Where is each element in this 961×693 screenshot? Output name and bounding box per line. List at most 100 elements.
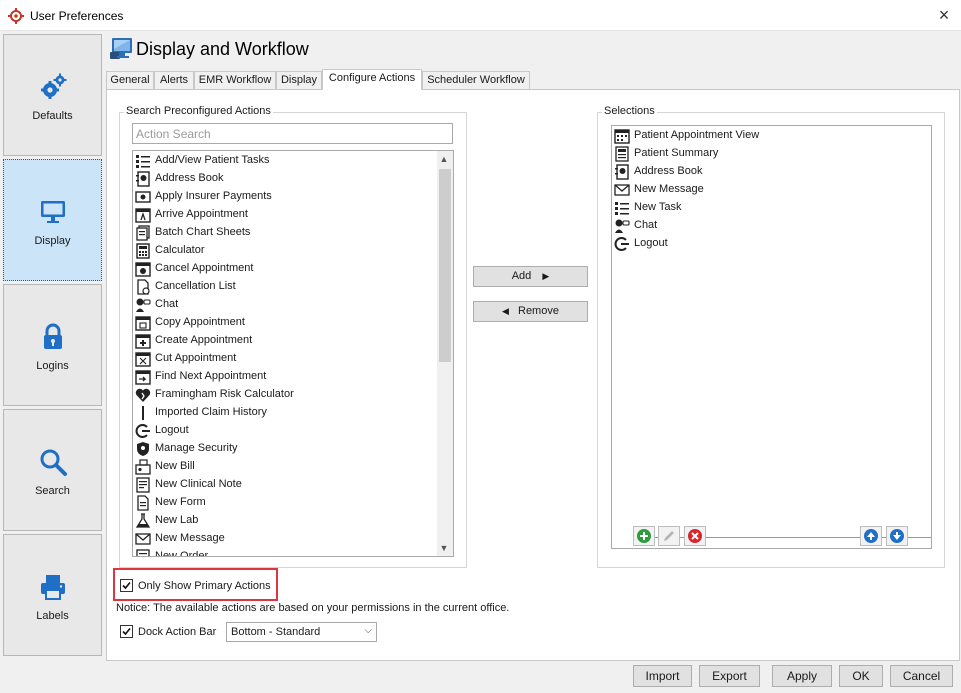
- payments-icon: [135, 189, 151, 205]
- available-action-item[interactable]: New Clinical Note: [135, 476, 435, 494]
- sidebar-item-labels[interactable]: Labels: [3, 534, 102, 656]
- available-action-item[interactable]: Create Appointment: [135, 332, 435, 350]
- available-action-item[interactable]: Manage Security: [135, 440, 435, 458]
- chat-icon: [614, 218, 630, 234]
- tab-general[interactable]: General: [106, 71, 154, 89]
- add-button[interactable]: Add ▶: [473, 266, 588, 287]
- close-icon[interactable]: ×: [932, 4, 956, 26]
- cancellation-list-icon: [135, 279, 151, 295]
- move-down-button[interactable]: [886, 526, 908, 546]
- selected-action-item[interactable]: Logout: [614, 235, 914, 253]
- available-action-item[interactable]: Logout: [135, 422, 435, 440]
- sidebar-item-logins[interactable]: Logins: [3, 284, 102, 406]
- sidebar-item-display[interactable]: Display: [3, 159, 102, 281]
- edit-selection-button[interactable]: [658, 526, 680, 546]
- create-appointment-icon: [135, 333, 151, 349]
- remove-button[interactable]: ◀ Remove: [473, 301, 588, 322]
- available-action-item[interactable]: Address Book: [135, 170, 435, 188]
- sidebar-item-label: Logins: [36, 360, 69, 372]
- list-item-label: New Message: [155, 532, 225, 544]
- list-item-label: Chat: [155, 298, 179, 310]
- move-up-button[interactable]: [860, 526, 882, 546]
- cancel-button[interactable]: Cancel: [890, 665, 953, 687]
- list-item-label: Arrive Appointment: [155, 208, 248, 220]
- address-book-icon: [135, 171, 151, 187]
- available-action-item[interactable]: Arrive Appointment: [135, 206, 435, 224]
- available-action-item[interactable]: New Bill: [135, 458, 435, 476]
- available-action-item[interactable]: Cancellation List: [135, 278, 435, 296]
- available-action-item[interactable]: Framingham Risk Calculator: [135, 386, 435, 404]
- apply-button[interactable]: Apply: [772, 665, 832, 687]
- available-action-item[interactable]: Apply Insurer Payments: [135, 188, 435, 206]
- available-actions-list[interactable]: Add/View Patient Tasks Address Book Apply …: [132, 150, 454, 557]
- delete-selection-button[interactable]: [684, 526, 706, 546]
- bill-icon: [135, 459, 151, 475]
- clinical-note-icon: [135, 477, 151, 493]
- plus-circle-icon: [637, 529, 651, 543]
- order-icon: [135, 549, 151, 556]
- add-selection-button[interactable]: [633, 526, 655, 546]
- selected-action-item[interactable]: Address Book: [614, 163, 914, 181]
- arrow-down-circle-icon: [890, 529, 904, 543]
- available-action-item[interactable]: Find Next Appointment: [135, 368, 435, 386]
- list-item-label: Address Book: [634, 165, 703, 177]
- cancel-appointment-icon: [135, 261, 151, 277]
- only-primary-label[interactable]: Only Show Primary Actions: [138, 580, 271, 592]
- selected-actions-list[interactable]: Patient Appointment View Patient Summary A…: [611, 125, 932, 549]
- selected-action-item[interactable]: New Task: [614, 199, 914, 217]
- monitor-icon: [41, 201, 65, 223]
- selected-action-item[interactable]: Chat: [614, 217, 914, 235]
- import-button[interactable]: Import: [633, 665, 692, 687]
- arrive-appointment-icon: [135, 207, 151, 223]
- available-action-item[interactable]: New Form: [135, 494, 435, 512]
- selected-action-item[interactable]: Patient Appointment View: [614, 127, 914, 145]
- sidebar-item-label: Labels: [36, 610, 69, 622]
- tab-scheduler-workflow[interactable]: Scheduler Workflow: [422, 71, 530, 89]
- dock-position-select[interactable]: Bottom - Standard ⌵: [226, 622, 377, 642]
- configure-actions-panel: Search Preconfigured Actions Add/View Pa…: [106, 89, 960, 661]
- available-action-item[interactable]: Cut Appointment: [135, 350, 435, 368]
- sidebar-item-search[interactable]: Search: [3, 409, 102, 531]
- list-item-label: Cancellation List: [155, 280, 236, 292]
- list-item-label: Apply Insurer Payments: [155, 190, 272, 202]
- tab-alerts[interactable]: Alerts: [154, 71, 194, 89]
- flask-icon: [135, 513, 151, 529]
- scroll-thumb[interactable]: [439, 169, 451, 362]
- available-action-item[interactable]: Chat: [135, 296, 435, 314]
- list-item-label: Add/View Patient Tasks: [155, 154, 270, 166]
- sidebar: Defaults Display Logins Search Labels: [3, 34, 102, 656]
- available-action-item[interactable]: Batch Chart Sheets: [135, 224, 435, 242]
- export-button[interactable]: Export: [699, 665, 760, 687]
- only-primary-checkbox[interactable]: [120, 579, 133, 592]
- available-actions-scrollbar[interactable]: ▲ ▼: [437, 151, 453, 556]
- dock-action-bar-checkbox[interactable]: [120, 625, 133, 638]
- list-item-label: Cut Appointment: [155, 352, 237, 364]
- app-logo-icon: [8, 8, 24, 24]
- list-item-label: Patient Appointment View: [634, 129, 760, 141]
- list-item-label: Calculator: [155, 244, 205, 256]
- available-action-item[interactable]: Imported Claim History: [135, 404, 435, 422]
- scroll-down-arrow-icon[interactable]: ▼: [437, 541, 451, 555]
- task-list-icon: [135, 153, 151, 169]
- selected-action-item[interactable]: Patient Summary: [614, 145, 914, 163]
- available-action-item[interactable]: Copy Appointment: [135, 314, 435, 332]
- tab-display[interactable]: Display: [276, 71, 322, 89]
- available-action-item[interactable]: New Order: [135, 548, 435, 556]
- available-action-item[interactable]: Cancel Appointment: [135, 260, 435, 278]
- available-action-item[interactable]: Calculator: [135, 242, 435, 260]
- available-action-item[interactable]: New Lab: [135, 512, 435, 530]
- tab-emr-workflow[interactable]: EMR Workflow: [194, 71, 276, 89]
- action-search-input[interactable]: [132, 123, 453, 144]
- available-action-item[interactable]: New Message: [135, 530, 435, 548]
- tab-configure-actions[interactable]: Configure Actions: [322, 69, 422, 90]
- envelope-icon: [135, 531, 151, 547]
- list-item-label: Create Appointment: [155, 334, 253, 346]
- ok-button[interactable]: OK: [839, 665, 883, 687]
- dock-action-bar-label[interactable]: Dock Action Bar: [138, 626, 216, 638]
- scroll-up-arrow-icon[interactable]: ▲: [437, 152, 451, 166]
- search-actions-group: Search Preconfigured Actions Add/View Pa…: [119, 105, 467, 568]
- sidebar-item-defaults[interactable]: Defaults: [3, 34, 102, 156]
- available-action-item[interactable]: Add/View Patient Tasks: [135, 152, 435, 170]
- selected-action-item[interactable]: New Message: [614, 181, 914, 199]
- list-item-label: Address Book: [155, 172, 224, 184]
